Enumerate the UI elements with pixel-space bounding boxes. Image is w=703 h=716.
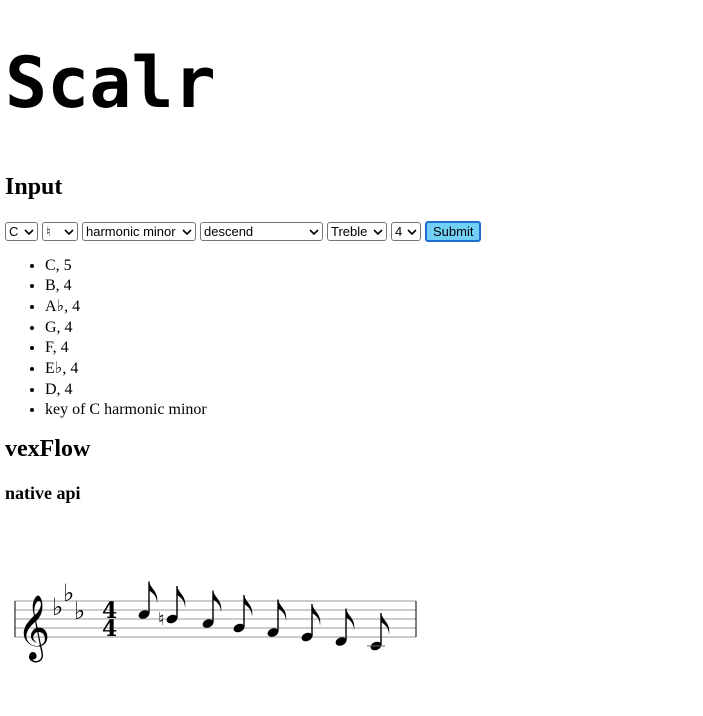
direction-select-value: descend (204, 224, 254, 239)
note-select[interactable]: C (5, 222, 38, 241)
eighth-note: ♮ (158, 586, 186, 630)
octave-select-value: 4 (395, 224, 403, 239)
accidental-select[interactable]: ♮ (42, 222, 78, 241)
vexflow-heading: vexFlow (5, 436, 91, 462)
chevron-down-icon (182, 228, 192, 235)
list-item: E♭, 4 (45, 359, 207, 379)
list-item: key of C harmonic minor (45, 401, 207, 419)
note-flag (381, 613, 390, 635)
music-staff: 𝄞 ♭ ♭ ♭ 4 4 ♮ (14, 579, 417, 662)
notes-group: ♮ (138, 581, 390, 651)
chevron-down-icon (373, 228, 383, 235)
submit-button[interactable]: Submit (425, 221, 482, 242)
input-heading: Input (5, 174, 63, 200)
flat-icon: ♭ (52, 593, 63, 621)
note-flag (312, 604, 321, 626)
note-flag (177, 586, 186, 608)
natural-icon: ♮ (158, 609, 164, 630)
clef-select-value: Treble (331, 224, 368, 239)
note-select-value: C (9, 224, 19, 239)
chevron-down-icon (407, 228, 417, 235)
direction-select[interactable]: descend (200, 222, 323, 241)
chevron-down-icon (309, 228, 319, 235)
flat-icon: ♭ (74, 597, 85, 625)
list-item: C, 5 (45, 257, 207, 275)
time-signature: 4 4 (102, 598, 117, 642)
accidental-select-value: ♮ (46, 224, 51, 239)
chevron-down-icon (24, 228, 34, 235)
list-item: F, 4 (45, 339, 207, 357)
time-signature-bottom: 4 (102, 616, 117, 642)
scale-notes-list: C, 5 B, 4 A♭, 4 G, 4 F, 4 E♭, 4 D, 4 key… (5, 257, 207, 421)
list-item: B, 4 (45, 277, 207, 295)
scale-type-select-value: harmonic minor (86, 224, 176, 239)
key-signature: ♭ ♭ ♭ (52, 579, 85, 625)
note-flag (149, 581, 158, 604)
list-item: D, 4 (45, 381, 207, 399)
list-item: G, 4 (45, 319, 207, 337)
treble-clef-icon: 𝄞 (17, 595, 50, 662)
app-title: Scalr (5, 42, 216, 124)
octave-select[interactable]: 4 (391, 222, 421, 241)
scale-controls: C ♮ harmonic minor descend Treble 4 Subm… (5, 221, 482, 242)
scale-type-select[interactable]: harmonic minor (82, 222, 196, 241)
note-flag (244, 595, 253, 617)
clef-select[interactable]: Treble (327, 222, 387, 241)
flat-icon: ♭ (63, 579, 74, 607)
native-api-subheading: native api (5, 483, 81, 503)
chevron-down-icon (64, 228, 74, 235)
list-item: A♭, 4 (45, 297, 207, 317)
